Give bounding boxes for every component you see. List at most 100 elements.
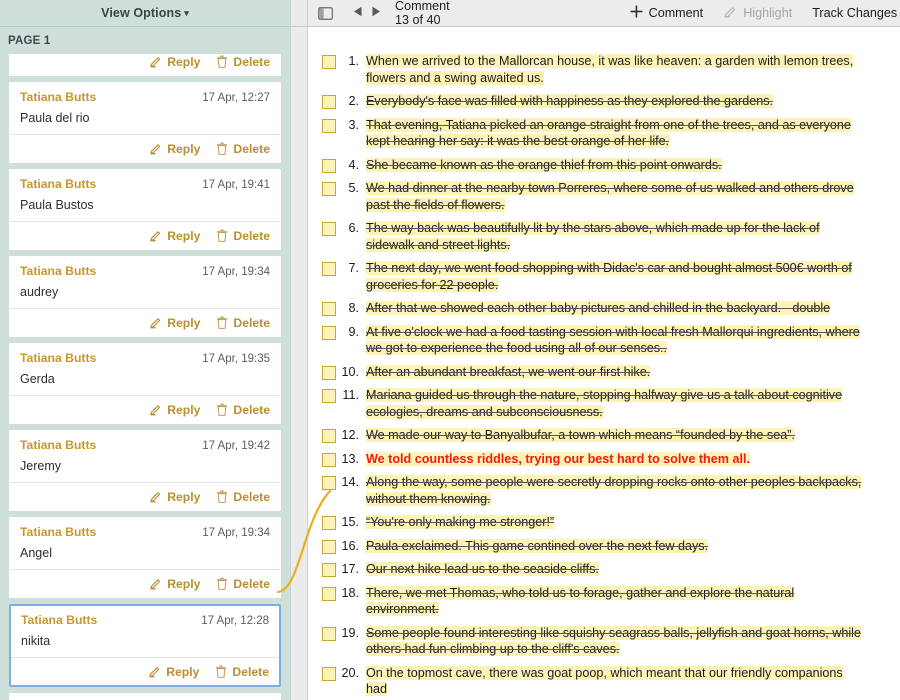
item-text: After that we showed each other baby pic… (366, 300, 831, 317)
item-text-highlight: That evening, Tatiana picked an orange s… (366, 117, 851, 148)
reply-button[interactable]: Reply (149, 403, 200, 417)
item-text-highlight: At five o'clock we had a food tasting se… (366, 324, 860, 355)
comment-card[interactable]: Tatiana Butts 17 Apr, 19:42 Jeremy Reply Del… (9, 430, 281, 511)
comment-card[interactable]: Tatiana Butts17 Apr, 12:29juliaReplyDele… (9, 693, 281, 700)
comment-card-header: Tatiana Butts 17 Apr, 19:41 (20, 177, 270, 191)
comment-card-header: Tatiana Butts 17 Apr, 12:27 (20, 90, 270, 104)
reply-button[interactable]: Reply (149, 490, 200, 504)
comment-card-actions: Reply Delete (10, 482, 280, 510)
delete-button[interactable]: Delete (216, 316, 270, 330)
triangle-left-icon[interactable] (353, 6, 363, 20)
reply-button[interactable]: Reply (149, 316, 200, 330)
comment-timestamp: 17 Apr, 19:41 (202, 179, 270, 191)
trash-icon (216, 229, 228, 242)
reply-button[interactable]: Reply (148, 665, 199, 679)
comment-card[interactable]: Tatiana Butts 17 Apr, 19:41 Paula Bustos Re… (9, 169, 281, 250)
comment-marker-icon[interactable] (322, 262, 336, 276)
delete-button[interactable]: Delete (216, 490, 270, 504)
delete-button[interactable]: Delete (216, 142, 270, 156)
reply-button[interactable]: Reply (149, 55, 200, 69)
comment-marker-icon[interactable] (322, 389, 336, 403)
document-list-item: 11. Mariana guided us through the nature,… (322, 387, 886, 420)
track-changes-label: Track Changes (812, 6, 898, 20)
reply-label: Reply (167, 402, 201, 417)
item-text-highlight: Mariana guided us through the nature, st… (366, 388, 843, 419)
comment-marker-icon[interactable] (322, 666, 336, 681)
delete-button[interactable]: Delete (215, 665, 269, 679)
comment-card[interactable]: Tatiana Butts 17 Apr, 19:34 Angel Reply Dele… (9, 517, 281, 598)
comment-timestamp: 17 Apr, 12:27 (202, 92, 270, 104)
item-text-highlight: Our next hike lead us to the seaside cli… (366, 562, 599, 576)
pencil-icon (149, 55, 162, 68)
comment-text: Jeremy (20, 459, 61, 473)
comment-card-actions: Reply Delete (10, 134, 280, 162)
delete-button[interactable]: Delete (216, 229, 270, 243)
comment-marker-icon[interactable] (322, 539, 336, 554)
comment-marker-icon[interactable] (322, 95, 336, 109)
document-list-item: 18. There, we met Thomas, who told us to … (322, 585, 886, 618)
comment-text: Angel (20, 546, 52, 560)
delete-label: Delete (233, 228, 270, 243)
comment-marker-icon[interactable] (322, 55, 336, 69)
sidebar-panel-icon[interactable] (318, 6, 333, 20)
item-text-highlight: After an abundant breakfast, we went our… (366, 364, 651, 379)
comment-card-body: Tatiana Butts 17 Apr, 19:34 Angel (10, 518, 280, 569)
add-comment-button[interactable]: Comment (630, 5, 703, 21)
comment-marker-icon[interactable] (322, 118, 336, 133)
reply-label: Reply (167, 228, 201, 243)
comment-card-list[interactable]: Reply Delete Tatiana Butts 17 Apr, 12:27 Pau… (0, 54, 290, 700)
delete-button[interactable]: Delete (216, 55, 270, 69)
comment-card[interactable]: Tatiana Butts 17 Apr, 12:28 nikita Reply Del… (9, 604, 281, 687)
highlight-button[interactable]: Highlight (723, 5, 792, 21)
reply-button[interactable]: Reply (149, 142, 200, 156)
document-list-item: 5. We had dinner at the nearby town Porre… (322, 180, 886, 213)
comment-card-header: Tatiana Butts 17 Apr, 19:35 (20, 351, 270, 365)
reply-button[interactable]: Reply (149, 229, 200, 243)
item-text: Mariana guided us through the nature, st… (366, 387, 866, 420)
comment-card-header: Tatiana Butts 17 Apr, 19:42 (20, 438, 270, 452)
track-changes-button[interactable]: Track Changes (812, 6, 897, 20)
delete-button[interactable]: Delete (216, 403, 270, 417)
item-text-highlight: There, we met Thomas, who told us to for… (366, 585, 795, 616)
comment-review-app: View Options ▾ PAGE 1 Reply Delete Tatiana … (0, 0, 900, 700)
page-label-bar: PAGE 1 (0, 27, 290, 54)
document-list-item: 19. Some people found interesting like sq… (322, 625, 886, 658)
comment-marker-icon[interactable] (322, 302, 336, 316)
comment-marker-icon[interactable] (322, 516, 336, 530)
view-options-button[interactable]: View Options ▾ (101, 6, 189, 20)
item-text-highlight: We told countless riddles, trying our be… (366, 451, 750, 466)
comment-marker-icon[interactable] (322, 158, 336, 173)
comment-card[interactable]: Tatiana Butts 17 Apr, 12:27 Paula del rio R… (9, 82, 281, 163)
comment-author: Tatiana Butts (20, 351, 97, 365)
comment-marker-icon[interactable] (322, 365, 336, 380)
marker-pen-icon (723, 5, 737, 21)
pencil-icon (149, 142, 162, 155)
document-list-item: 17. Our next hike lead us to the seaside … (322, 561, 886, 578)
comment-card[interactable]: Tatiana Butts 17 Apr, 19:34 audrey Reply Del… (9, 256, 281, 337)
comment-timestamp: 17 Apr, 19:34 (202, 527, 270, 539)
comment-card[interactable]: Tatiana Butts 17 Apr, 19:35 Gerda Reply Dele… (9, 343, 281, 424)
delete-button[interactable]: Delete (216, 577, 270, 591)
reply-label: Reply (167, 489, 201, 504)
document-list-item: 13. We told countless riddles, trying our… (322, 451, 886, 468)
document-list-item: 14. Along the way, some people were secre… (322, 474, 886, 507)
item-text: Our next hike lead us to the seaside cli… (366, 561, 599, 578)
comment-marker-icon[interactable] (322, 429, 336, 443)
trash-icon (216, 490, 228, 503)
comment-marker-icon[interactable] (322, 182, 336, 196)
comment-card-partial[interactable]: Reply Delete (9, 54, 281, 76)
item-text: When we arrived to the Mallorcan house, … (366, 53, 866, 86)
trash-icon (216, 55, 228, 68)
comment-marker-icon[interactable] (322, 222, 336, 236)
comment-marker-icon[interactable] (322, 563, 336, 577)
comment-marker-icon[interactable] (322, 626, 336, 641)
toolbar-sidebar-toggle-group (308, 0, 343, 26)
comment-marker-icon[interactable] (322, 325, 336, 340)
comment-marker-icon[interactable] (322, 452, 336, 467)
trash-icon (216, 403, 228, 416)
reply-button[interactable]: Reply (149, 577, 200, 591)
delete-label: Delete (233, 402, 270, 417)
comment-marker-icon[interactable] (322, 476, 336, 490)
comment-marker-icon[interactable] (322, 586, 336, 601)
triangle-right-icon[interactable] (371, 6, 381, 20)
